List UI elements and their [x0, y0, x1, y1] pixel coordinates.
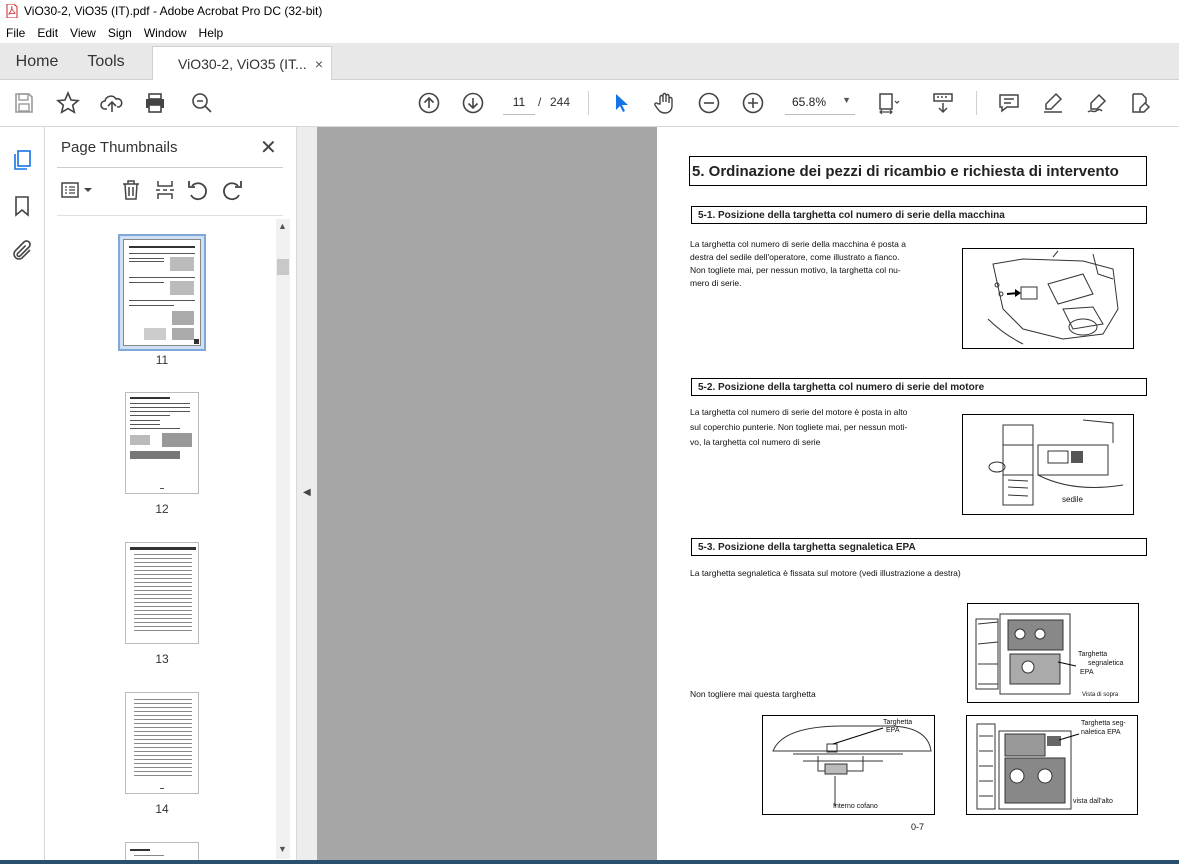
tab-document-label: ViO30-2, ViO35 (IT... [178, 56, 307, 72]
figure-label-targhetta: Targhetta [1078, 651, 1108, 658]
page-number: 0-7 [911, 822, 925, 832]
tab-home[interactable]: Home [0, 43, 74, 80]
section-5-1-text: La targhetta col numero di serie della m… [690, 239, 906, 288]
acrobat-pdf-icon [6, 4, 18, 18]
page-down-icon[interactable] [461, 91, 485, 115]
tab-bar: Home Tools ViO30-2, ViO35 (IT... × [0, 43, 1179, 81]
tab-close-icon[interactable]: × [315, 56, 323, 72]
machine-seat-illustration [987, 250, 1119, 345]
attachments-icon[interactable] [10, 239, 34, 263]
scroll-mode-icon[interactable] [931, 91, 955, 115]
zoom-level-value: 65.8% [792, 94, 827, 109]
rotate-left-icon[interactable] [186, 178, 210, 202]
sign-icon[interactable] [1085, 91, 1109, 115]
thumbnail-options-icon[interactable] [59, 178, 95, 202]
select-arrow-icon[interactable] [609, 91, 633, 115]
thumbnail-label: 12 [155, 502, 169, 516]
thumbnail-label: 13 [155, 652, 169, 666]
pdf-page: 5. Ordinazione dei pezzi di ricambio e r… [657, 127, 1179, 864]
section-title-5-3: 5-3. Posizione della targhetta segnaleti… [691, 538, 1147, 556]
menu-bar: File Edit View Sign Window Help [0, 22, 1179, 43]
engine-cover-illustration [988, 419, 1124, 506]
panel-title: Page Thumbnails [61, 139, 178, 156]
collapse-panel-icon[interactable]: ◀ [303, 487, 311, 498]
zoom-out-icon[interactable] [697, 91, 721, 115]
figure-label-sedile: sedile [1062, 495, 1083, 504]
figure-machine-plate [962, 248, 1134, 349]
title-bar: ViO30-2, ViO35 (IT).pdf - Adobe Acrobat … [0, 0, 1179, 22]
figure-engine-plate: sedile [962, 414, 1134, 515]
figure-epa-hood-interior: Targhetta EPA Interno cofano [762, 715, 935, 815]
zoom-in-icon[interactable] [741, 91, 765, 115]
panel-divider [57, 167, 283, 168]
thumbnail-label: 14 [155, 802, 169, 816]
thumbnail-label: 11 [155, 353, 169, 367]
hand-icon[interactable] [653, 91, 677, 115]
thumbnails-scrollbar[interactable]: ▲ ▼ [276, 219, 290, 859]
section-title-5-2: 5-2. Posizione della targhetta col numer… [691, 378, 1147, 396]
warning-text: Non togliere mai questa targhetta [690, 689, 816, 699]
figure-label-segnaletica: segnaletica [1088, 660, 1124, 667]
figure-epa-overhead-view: Targhetta seg- naletica EPA vista dall'a… [966, 715, 1138, 815]
figure-caption: vista dall'alto [1073, 798, 1113, 805]
left-tool-rail [0, 127, 45, 864]
menu-window[interactable]: Window [138, 26, 193, 40]
menu-sign[interactable]: Sign [102, 26, 138, 40]
figure-label-targhetta: Targhetta seg- [1081, 720, 1126, 727]
section-5-3-text: La targhetta segnaletica è fissata sul m… [690, 568, 961, 578]
menu-view[interactable]: View [64, 26, 102, 40]
page-thumbnails-icon[interactable] [10, 148, 34, 172]
page-number-input[interactable]: 11 [503, 89, 535, 115]
thumbnails-panel: Page Thumbnails ✕ 11 12 13 14 ▲ ▼ [45, 127, 297, 864]
rotate-right-icon[interactable] [220, 178, 244, 202]
trash-icon[interactable] [119, 178, 143, 202]
page-up-icon[interactable] [417, 91, 441, 115]
figure-caption: Interno cofano [833, 803, 878, 810]
fit-page-icon[interactable] [876, 91, 900, 115]
figure-label-targhetta: Targhetta [883, 719, 913, 726]
zoom-level-select[interactable]: 65.8% ▼ [785, 89, 855, 115]
close-icon[interactable]: ✕ [260, 135, 277, 160]
chevron-down-icon: ▼ [842, 95, 851, 105]
section-title-5-1: 5-1. Posizione della targhetta col numer… [691, 206, 1147, 224]
tab-tools[interactable]: Tools [74, 43, 138, 80]
figure-label-epa: naletica EPA [1081, 729, 1121, 736]
page-heading: 5. Ordinazione dei pezzi di ricambio e r… [689, 156, 1147, 186]
scroll-up-icon[interactable]: ▲ [278, 221, 287, 231]
highlight-icon[interactable] [1041, 91, 1065, 115]
figure-caption: Vista di sopra [1082, 692, 1119, 698]
window-title: ViO30-2, ViO35 (IT).pdf - Adobe Acrobat … [24, 4, 323, 18]
page-separator: / [538, 95, 542, 109]
scroll-down-icon[interactable]: ▼ [278, 844, 287, 854]
hood-interior-illustration [772, 725, 932, 806]
document-viewport[interactable]: 5. Ordinazione dei pezzi di ricambio e r… [317, 127, 1179, 864]
scrollbar-thumb[interactable] [277, 259, 289, 275]
upload-icon[interactable] [100, 91, 124, 115]
edit-pdf-icon[interactable] [1128, 91, 1152, 115]
bookmarks-icon[interactable] [10, 194, 34, 218]
bookmark-star-icon[interactable] [56, 90, 80, 115]
engine-top-view-illustration [975, 613, 1077, 695]
tab-document[interactable]: ViO30-2, ViO35 (IT... × [152, 46, 332, 81]
panel-splitter[interactable]: ◀ [297, 127, 317, 864]
print-icon[interactable] [143, 91, 167, 115]
comment-icon[interactable] [997, 91, 1021, 115]
taskbar-edge [0, 860, 1179, 864]
page-total: 244 [550, 95, 571, 109]
figure-label-epa: EPA [886, 727, 900, 734]
menu-edit[interactable]: Edit [31, 26, 64, 40]
figure-epa-top-view: Targhetta segnaletica EPA Vista di sopra [967, 603, 1139, 703]
zoom-search-icon[interactable] [190, 91, 214, 115]
toolbar-divider [976, 91, 977, 115]
save-icon[interactable] [12, 91, 36, 115]
toolbar-divider [588, 91, 589, 115]
insert-page-icon[interactable] [153, 178, 177, 202]
menu-help[interactable]: Help [193, 26, 230, 40]
section-5-2-text: La targhetta col numero di serie del mot… [690, 407, 908, 447]
figure-label-epa: EPA [1080, 669, 1094, 676]
panel-divider [57, 215, 283, 216]
menu-file[interactable]: File [0, 26, 31, 40]
